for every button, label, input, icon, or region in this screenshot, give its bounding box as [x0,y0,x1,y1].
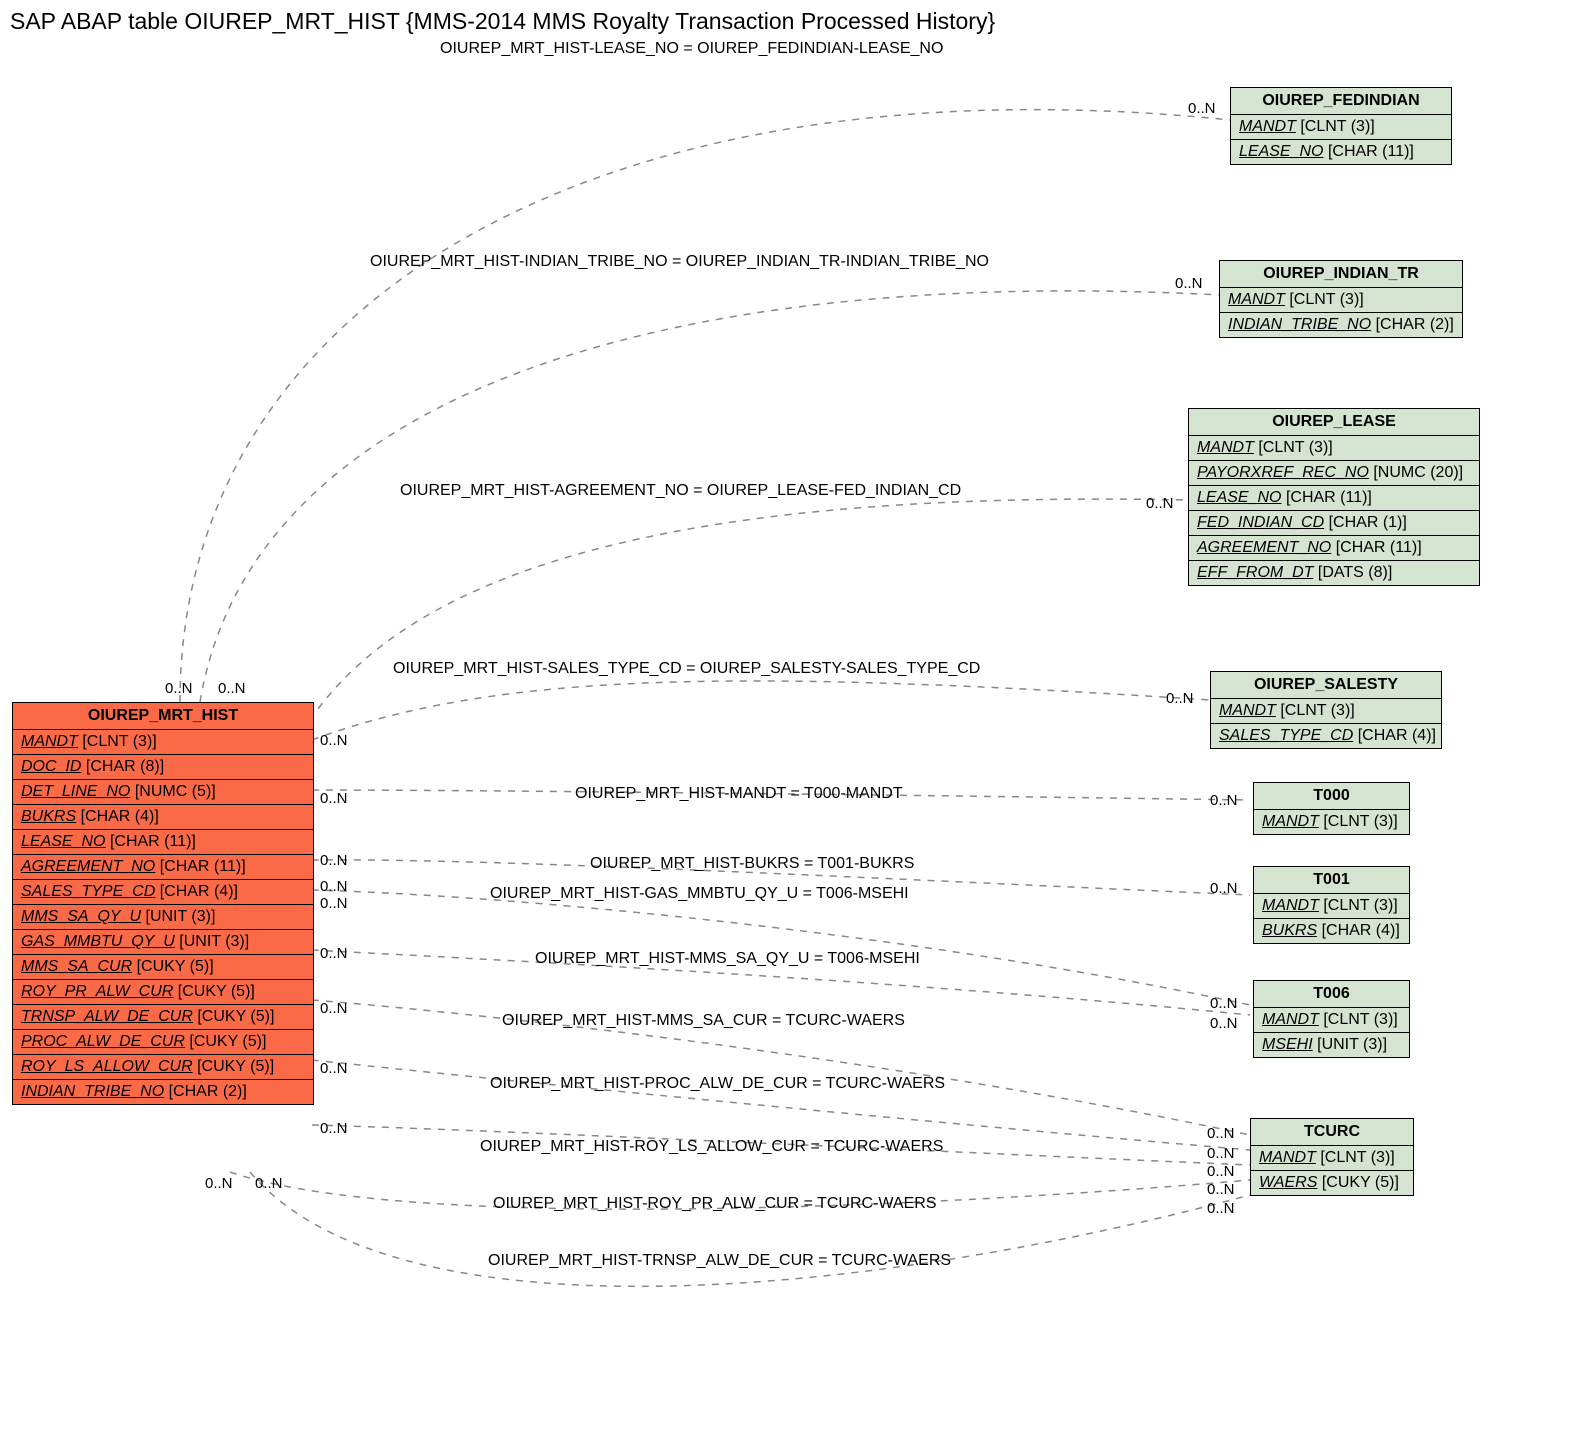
entity-oiurep-mrt-hist: OIUREP_MRT_HIST MANDT [CLNT (3)] DOC_ID … [12,702,314,1105]
relation-label: OIUREP_MRT_HIST-ROY_PR_ALW_CUR = TCURC-W… [493,1195,936,1213]
relation-label: OIUREP_MRT_HIST-INDIAN_TRIBE_NO = OIUREP… [370,253,989,271]
page-title: SAP ABAP table OIUREP_MRT_HIST {MMS-2014… [10,8,995,35]
field-row: SALES_TYPE_CD [CHAR (4)] [13,880,313,905]
field-row: MANDT [CLNT (3)] [1251,1146,1413,1171]
relation-label: OIUREP_MRT_HIST-AGREEMENT_NO = OIUREP_LE… [400,482,961,500]
relation-label: OIUREP_MRT_HIST-LEASE_NO = OIUREP_FEDIND… [440,40,943,58]
relation-label: OIUREP_MRT_HIST-MANDT = T000-MANDT [575,785,903,803]
field-row: MMS_SA_CUR [CUKY (5)] [13,955,313,980]
cardinality-label: 0..N [1207,1125,1235,1142]
cardinality-label: 0..N [1146,495,1174,512]
entity-header: OIUREP_SALESTY [1211,672,1441,699]
cardinality-label: 0..N [320,895,348,912]
field-row: MANDT [CLNT (3)] [1189,436,1479,461]
cardinality-label: 0..N [320,1120,348,1137]
field-row: LEASE_NO [CHAR (11)] [1231,140,1451,164]
relation-label: OIUREP_MRT_HIST-MMS_SA_QY_U = T006-MSEHI [535,950,920,968]
cardinality-label: 0..N [1166,690,1194,707]
cardinality-label: 0..N [165,680,193,697]
entity-oiurep-lease: OIUREP_LEASE MANDT [CLNT (3)] PAYORXREF_… [1188,408,1480,586]
cardinality-label: 0..N [320,945,348,962]
field-row: MANDT [CLNT (3)] [1220,288,1462,313]
field-row: BUKRS [CHAR (4)] [13,805,313,830]
cardinality-label: 0..N [320,852,348,869]
cardinality-label: 0..N [255,1175,283,1192]
field-row: FED_INDIAN_CD [CHAR (1)] [1189,511,1479,536]
field-row: DOC_ID [CHAR (8)] [13,755,313,780]
entity-header: T001 [1254,867,1409,894]
cardinality-label: 0..N [1175,275,1203,292]
cardinality-label: 0..N [320,790,348,807]
cardinality-label: 0..N [320,732,348,749]
field-row: ROY_PR_ALW_CUR [CUKY (5)] [13,980,313,1005]
field-row: MANDT [CLNT (3)] [1211,699,1441,724]
cardinality-label: 0..N [1207,1163,1235,1180]
field-row: EFF_FROM_DT [DATS (8)] [1189,561,1479,585]
cardinality-label: 0..N [320,1000,348,1017]
cardinality-label: 0..N [218,680,246,697]
cardinality-label: 0..N [1210,792,1238,809]
entity-header: OIUREP_MRT_HIST [13,703,313,730]
field-row: AGREEMENT_NO [CHAR (11)] [1189,536,1479,561]
cardinality-label: 0..N [1210,1015,1238,1032]
entity-oiurep-salesty: OIUREP_SALESTY MANDT [CLNT (3)] SALES_TY… [1210,671,1442,749]
field-row: ROY_LS_ALLOW_CUR [CUKY (5)] [13,1055,313,1080]
field-row: AGREEMENT_NO [CHAR (11)] [13,855,313,880]
relation-label: OIUREP_MRT_HIST-SALES_TYPE_CD = OIUREP_S… [393,660,980,678]
entity-header: T000 [1254,783,1409,810]
field-row: MANDT [CLNT (3)] [13,730,313,755]
relation-label: OIUREP_MRT_HIST-BUKRS = T001-BUKRS [590,855,914,873]
cardinality-label: 0..N [320,878,348,895]
entity-header: TCURC [1251,1119,1413,1146]
relation-label: OIUREP_MRT_HIST-MMS_SA_CUR = TCURC-WAERS [502,1012,905,1030]
field-row: PAYORXREF_REC_NO [NUMC (20)] [1189,461,1479,486]
cardinality-label: 0..N [1210,995,1238,1012]
field-row: MSEHI [UNIT (3)] [1254,1033,1409,1057]
field-row: DET_LINE_NO [NUMC (5)] [13,780,313,805]
entity-header: T006 [1254,981,1409,1008]
entity-header: OIUREP_LEASE [1189,409,1479,436]
field-row: MANDT [CLNT (3)] [1254,1008,1409,1033]
field-row: LEASE_NO [CHAR (11)] [1189,486,1479,511]
field-row: BUKRS [CHAR (4)] [1254,919,1409,943]
entity-t006: T006 MANDT [CLNT (3)] MSEHI [UNIT (3)] [1253,980,1410,1058]
cardinality-label: 0..N [1188,100,1216,117]
cardinality-label: 0..N [1207,1145,1235,1162]
relation-label: OIUREP_MRT_HIST-GAS_MMBTU_QY_U = T006-MS… [490,885,909,903]
entity-oiurep-indian-tr: OIUREP_INDIAN_TR MANDT [CLNT (3)] INDIAN… [1219,260,1463,338]
field-row: WAERS [CUKY (5)] [1251,1171,1413,1195]
relation-label: OIUREP_MRT_HIST-ROY_LS_ALLOW_CUR = TCURC… [480,1138,943,1156]
field-row: PROC_ALW_DE_CUR [CUKY (5)] [13,1030,313,1055]
relation-label: OIUREP_MRT_HIST-TRNSP_ALW_DE_CUR = TCURC… [488,1252,951,1270]
cardinality-label: 0..N [1210,880,1238,897]
field-row: MANDT [CLNT (3)] [1254,894,1409,919]
entity-t001: T001 MANDT [CLNT (3)] BUKRS [CHAR (4)] [1253,866,1410,944]
cardinality-label: 0..N [205,1175,233,1192]
field-row: INDIAN_TRIBE_NO [CHAR (2)] [1220,313,1462,337]
entity-header: OIUREP_FEDINDIAN [1231,88,1451,115]
field-row: MANDT [CLNT (3)] [1231,115,1451,140]
field-row: MANDT [CLNT (3)] [1254,810,1409,834]
cardinality-label: 0..N [1207,1200,1235,1217]
entity-t000: T000 MANDT [CLNT (3)] [1253,782,1410,835]
field-row: TRNSP_ALW_DE_CUR [CUKY (5)] [13,1005,313,1030]
field-row: MMS_SA_QY_U [UNIT (3)] [13,905,313,930]
field-row: LEASE_NO [CHAR (11)] [13,830,313,855]
field-row: INDIAN_TRIBE_NO [CHAR (2)] [13,1080,313,1104]
field-row: GAS_MMBTU_QY_U [UNIT (3)] [13,930,313,955]
entity-oiurep-fedindian: OIUREP_FEDINDIAN MANDT [CLNT (3)] LEASE_… [1230,87,1452,165]
relation-label: OIUREP_MRT_HIST-PROC_ALW_DE_CUR = TCURC-… [490,1075,945,1093]
entity-header: OIUREP_INDIAN_TR [1220,261,1462,288]
cardinality-label: 0..N [320,1060,348,1077]
field-row: SALES_TYPE_CD [CHAR (4)] [1211,724,1441,748]
entity-tcurc: TCURC MANDT [CLNT (3)] WAERS [CUKY (5)] [1250,1118,1414,1196]
cardinality-label: 0..N [1207,1181,1235,1198]
